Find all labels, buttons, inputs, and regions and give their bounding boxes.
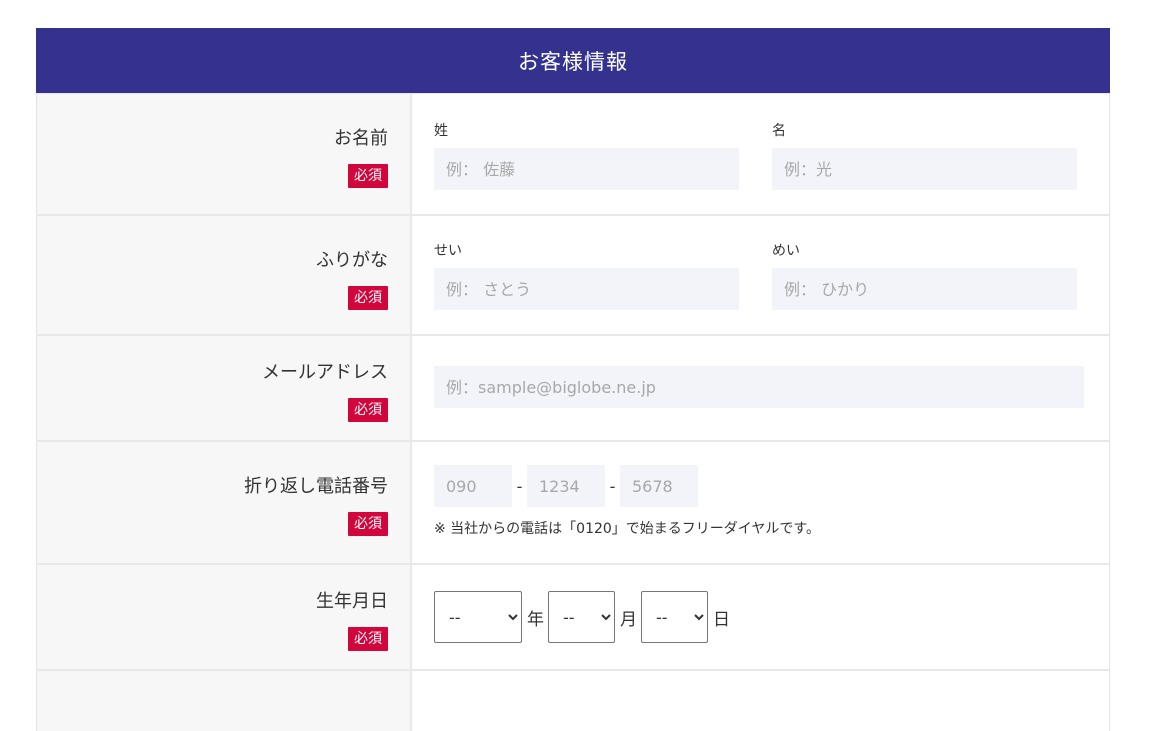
email-input[interactable] <box>434 366 1084 408</box>
furigana-content: せい めい <box>412 216 1109 334</box>
phone-label-cell: 折り返し電話番号 必須 <box>37 442 412 563</box>
form-title: お客様情報 <box>36 28 1110 93</box>
phone-part1-input[interactable] <box>434 465 512 507</box>
email-row: メールアドレス 必須 <box>36 336 1110 442</box>
day-unit: 日 <box>713 609 730 630</box>
required-badge: 必須 <box>348 512 388 536</box>
phone-part2-input[interactable] <box>527 465 605 507</box>
phone-row: 折り返し電話番号 必須 - - ※ 当社からの電話は「0120」で始まるフリーダ… <box>36 442 1110 565</box>
name-label: お名前 <box>334 128 388 149</box>
required-badge: 必須 <box>348 627 388 651</box>
phone-label: 折り返し電話番号 <box>244 476 388 497</box>
furigana-label-cell: ふりがな 必須 <box>37 216 412 334</box>
first-kana-input[interactable] <box>772 268 1077 310</box>
next-label-cell <box>37 671 412 731</box>
email-label: メールアドレス <box>262 362 388 383</box>
first-name-input[interactable] <box>772 148 1077 190</box>
phone-content: - - ※ 当社からの電話は「0120」で始まるフリーダイヤルです。 <box>412 442 1109 563</box>
required-badge: 必須 <box>348 398 388 422</box>
name-label-cell: お名前 必須 <box>37 94 412 214</box>
next-content <box>412 671 1109 731</box>
birth-month-select[interactable]: -- <box>548 591 615 643</box>
required-badge: 必須 <box>348 286 388 310</box>
first-name-label: 名 <box>772 123 786 139</box>
birth-day-select[interactable]: -- <box>641 591 708 643</box>
last-name-input[interactable] <box>434 148 739 190</box>
birthdate-label: 生年月日 <box>316 591 388 612</box>
phone-part3-input[interactable] <box>620 465 698 507</box>
furigana-label: ふりがな <box>316 250 388 271</box>
phone-separator: - <box>609 476 616 496</box>
birthdate-row: 生年月日 必須 -- 年 -- 月 -- 日 <box>36 565 1110 671</box>
year-unit: 年 <box>527 609 544 630</box>
month-unit: 月 <box>620 609 637 630</box>
birthdate-content: -- 年 -- 月 -- 日 <box>412 565 1109 669</box>
name-content: 姓 名 <box>412 94 1109 214</box>
phone-separator: - <box>516 476 523 496</box>
last-name-label: 姓 <box>434 123 448 139</box>
last-kana-label: せい <box>434 243 462 259</box>
email-content <box>412 336 1109 440</box>
furigana-row: ふりがな 必須 せい めい <box>36 216 1110 336</box>
required-badge: 必須 <box>348 164 388 188</box>
first-kana-label: めい <box>772 243 800 259</box>
birth-year-select[interactable]: -- <box>434 591 522 643</box>
next-row <box>36 671 1110 731</box>
last-kana-input[interactable] <box>434 268 739 310</box>
name-row: お名前 必須 姓 名 <box>36 93 1110 216</box>
phone-note: ※ 当社からの電話は「0120」で始まるフリーダイヤルです。 <box>434 521 820 537</box>
email-label-cell: メールアドレス 必須 <box>37 336 412 440</box>
customer-info-form: お客様情報 お名前 必須 姓 名 ふりがな 必須 <box>36 28 1110 731</box>
birthdate-label-cell: 生年月日 必須 <box>37 565 412 669</box>
